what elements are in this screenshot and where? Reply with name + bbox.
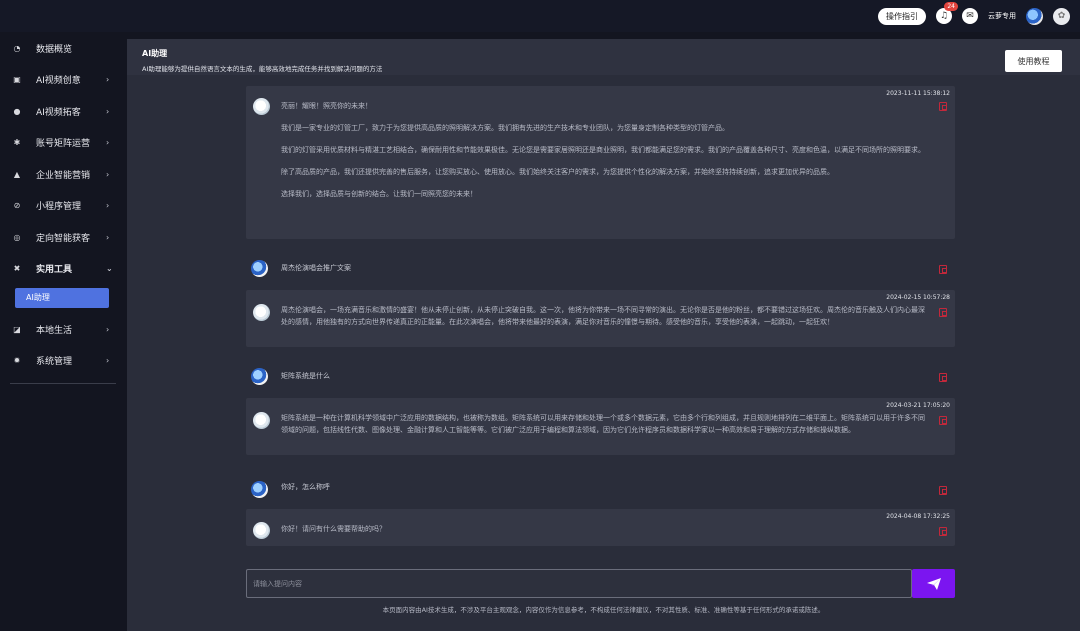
question-input-box[interactable] [246, 569, 912, 598]
local-icon: ◪ [13, 324, 21, 334]
guide-button[interactable]: 操作指引 [878, 7, 926, 25]
dashboard-icon: ◔ [13, 43, 21, 53]
tutorial-button[interactable]: 使用教程 [1005, 50, 1062, 72]
user-avatar [251, 368, 268, 385]
chevron-right-icon: › [106, 169, 110, 179]
chevron-right-icon: › [106, 232, 110, 242]
send-icon [926, 577, 941, 590]
sidebar-item-miniapp[interactable]: ⊘ 小程序管理 › [0, 190, 118, 222]
message-text: 矩阵系统是一种在计算机科学领域中广泛应用的数据结构，也被称为数组。矩阵系统可以用… [281, 414, 925, 434]
sidebar-item-system[interactable]: ✹ 系统管理 › [0, 345, 118, 377]
sidebar-item-local-life[interactable]: ◪ 本地生活 › [0, 314, 118, 346]
sidebar-item-label: 数据概览 [36, 44, 73, 55]
chat-history[interactable]: 2023-11-11 15:38:12 亮丽！耀眼！照亮你的未来！ 我们是一家专… [127, 75, 1080, 552]
sidebar-item-ai-video-creative[interactable]: ▣ AI视频创意 › [0, 64, 118, 96]
message-text: 你好，怎么称呼 [281, 483, 330, 491]
mail-icon[interactable]: ✉ [962, 8, 978, 24]
target-icon: ● [13, 106, 21, 116]
message-paragraph: 亮丽！耀眼！照亮你的未来！ [281, 102, 372, 110]
chevron-right-icon: › [106, 324, 110, 334]
top-bar: 操作指引 ♫ 24 ✉ 云萝专用 ✿ [0, 0, 1080, 32]
copy-icon[interactable] [939, 265, 947, 274]
account-name[interactable]: 云萝专用 [988, 11, 1016, 21]
sidebar-item-label: AI视频创意 [36, 76, 81, 87]
sidebar-item-tools[interactable]: ✖ 实用工具 ⌄ [0, 253, 118, 285]
sidebar-item-label: 定向智能获客 [36, 233, 91, 244]
user-avatar [251, 481, 268, 498]
page-subtitle: AI助理能够为提供自然语言文本的生成，能够高效地完成任务并找到解决问题的方法 [142, 65, 383, 73]
sidebar-item-ai-video-acquire[interactable]: ● AI视频拓客 › [0, 96, 118, 128]
message-time: 2024-04-08 17:32:25 [886, 513, 950, 520]
sidebar: ◔ 数据概览 ▣ AI视频创意 › ● AI视频拓客 › ✱ 账号矩阵运营 › … [0, 32, 118, 631]
message-text: 亮丽！耀眼！照亮你的未来！ 我们是一家专业的灯管工厂，致力于为您提供高品质的照明… [281, 100, 929, 210]
avatar[interactable] [1026, 7, 1043, 25]
copy-icon[interactable] [939, 486, 947, 495]
page-header: AI助理 AI助理能够为提供自然语言文本的生成，能够高效地完成任务并找到解决问题… [127, 39, 1080, 75]
chevron-right-icon: › [106, 356, 110, 366]
copy-icon[interactable] [939, 102, 947, 111]
assistant-avatar [253, 522, 270, 539]
assistant-avatar [253, 304, 270, 321]
assistant-message: 2023-11-11 15:38:12 亮丽！耀眼！照亮你的未来！ 我们是一家专… [246, 86, 955, 239]
sidebar-subitem-ai-assistant[interactable]: AI助理 [15, 287, 109, 308]
user-message: 你好，怎么称呼 [246, 474, 955, 504]
assistant-message: 2024-02-15 10:57:28 周杰伦演唱会，一场充满音乐和激情的盛宴！… [246, 290, 955, 347]
assistant-message: 2024-04-08 17:32:25 你好！请问有什么需要帮助的吗？ [246, 509, 955, 546]
sidebar-item-enterprise-marketing[interactable]: ▲ 企业智能营销 › [0, 159, 118, 191]
miniapp-icon: ⊘ [13, 201, 21, 211]
user-message: 矩阵系统是什么 [246, 361, 955, 391]
sidebar-item-account-matrix[interactable]: ✱ 账号矩阵运营 › [0, 127, 118, 159]
chevron-right-icon: › [106, 106, 110, 116]
chevron-right-icon: › [106, 201, 110, 211]
chevron-right-icon: › [106, 138, 110, 148]
message-paragraph: 我们是一家专业的灯管工厂，致力于为您提供高品质的照明解决方案。我们拥有先进的生产… [281, 124, 729, 132]
main-panel: AI助理 AI助理能够为提供自然语言文本的生成，能够高效地完成任务并找到解决问题… [127, 39, 1080, 631]
sidebar-item-label: 实用工具 [36, 265, 73, 276]
user-message: 周杰伦演唱会推广文案 [246, 253, 955, 283]
question-input[interactable] [247, 570, 911, 597]
sidebar-item-label: 小程序管理 [36, 202, 82, 213]
send-button[interactable] [912, 569, 955, 598]
settings-avatar-icon[interactable]: ✿ [1053, 7, 1070, 25]
notification-badge: 24 [944, 2, 958, 11]
chevron-right-icon: › [106, 75, 110, 85]
message-paragraph: 除了高品质的产品，我们还提供完善的售后服务，让您购买放心、使用放心。我们始终关注… [281, 168, 834, 176]
sidebar-item-label: AI视频拓客 [36, 107, 81, 118]
message-text: 周杰伦演唱会推广文案 [281, 264, 351, 272]
sidebar-item-label: 企业智能营销 [36, 170, 91, 181]
copy-icon[interactable] [939, 373, 947, 382]
page-title: AI助理 [142, 49, 168, 58]
chart-icon: ▲ [13, 169, 21, 179]
message-text: 你好！请问有什么需要帮助的吗？ [281, 525, 386, 533]
sidebar-item-label: 系统管理 [36, 357, 73, 368]
assistant-avatar [253, 412, 270, 429]
message-time: 2024-03-21 17:05:20 [886, 402, 950, 409]
sidebar-divider [10, 382, 116, 384]
grid-icon: ✱ [13, 138, 21, 148]
sidebar-item-label: 本地生活 [36, 325, 73, 336]
video-icon: ▣ [13, 75, 21, 85]
assistant-message: 2024-03-21 17:05:20 矩阵系统是一种在计算机科学领域中广泛应用… [246, 398, 955, 455]
sidebar-item-targeted-acquire[interactable]: ◎ 定向智能获客 › [0, 222, 118, 254]
sidebar-item-dashboard[interactable]: ◔ 数据概览 [0, 33, 118, 65]
assistant-avatar [253, 98, 270, 115]
chevron-down-icon: ⌄ [106, 264, 113, 274]
message-paragraph: 我们的灯管采用优质材料与精湛工艺相结合，确保耐用性和节能效果极佳。无论您是需要家… [281, 146, 925, 154]
disclaimer-text: 本页面内容由AI技术生成，不涉及平台主观观念，内容仅作为信息参考，不构成任何法律… [382, 606, 825, 614]
radar-icon: ◎ [13, 232, 21, 242]
message-paragraph: 选择我们，选择品质与创新的结合。让我们一同照亮您的未来！ [281, 190, 477, 198]
bell-icon[interactable]: ♫ 24 [936, 2, 958, 24]
tools-icon: ✖ [13, 264, 21, 274]
sidebar-item-label: 账号矩阵运营 [36, 139, 91, 150]
message-time: 2023-11-11 15:38:12 [886, 90, 950, 97]
copy-icon[interactable] [939, 308, 947, 317]
copy-icon[interactable] [939, 416, 947, 425]
message-text: 周杰伦演唱会，一场充满音乐和激情的盛宴！他从未停止创新，从未停止突破自我。这一次… [281, 306, 925, 326]
settings-icon: ✹ [13, 356, 21, 366]
copy-icon[interactable] [939, 527, 947, 536]
user-avatar [251, 260, 268, 277]
message-text: 矩阵系统是什么 [281, 372, 330, 380]
message-time: 2024-02-15 10:57:28 [886, 294, 950, 301]
